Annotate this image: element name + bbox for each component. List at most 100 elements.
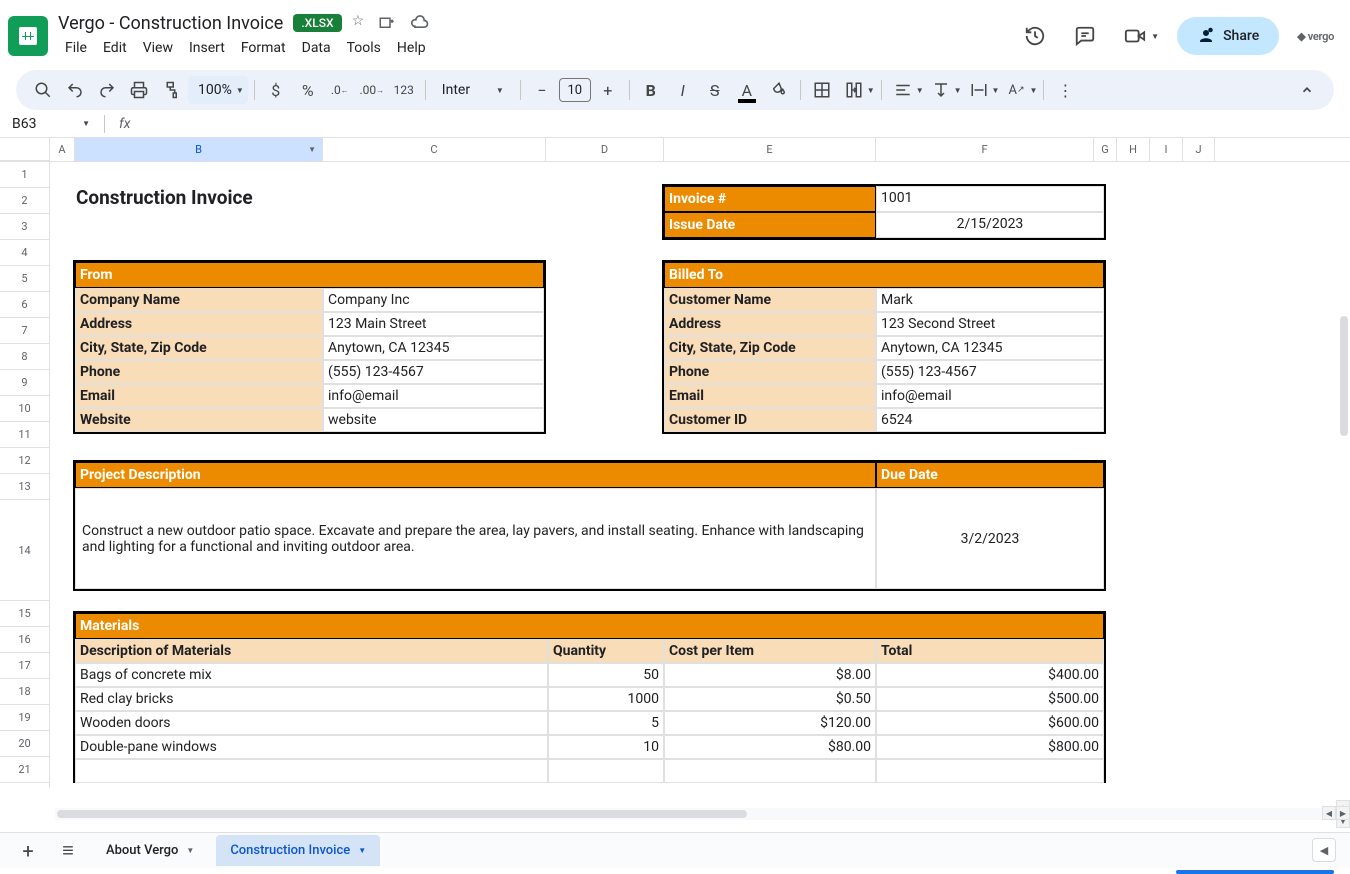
undo-icon[interactable] bbox=[60, 75, 90, 105]
row-header-14[interactable]: 14 bbox=[0, 500, 50, 601]
row-header-8[interactable]: 8 bbox=[0, 344, 50, 370]
row-header-12[interactable]: 12 bbox=[0, 448, 50, 474]
mat-col-desc: Description of Materials bbox=[75, 639, 548, 663]
strike-icon[interactable]: S bbox=[700, 75, 730, 105]
move-icon[interactable] bbox=[378, 13, 396, 33]
menu-insert[interactable]: Insert bbox=[182, 36, 232, 60]
col-header-J[interactable]: J bbox=[1183, 138, 1215, 161]
scroll-left-icon[interactable]: ◀ bbox=[1322, 806, 1336, 820]
tab-about-vergo[interactable]: About Vergo▼ bbox=[92, 835, 208, 866]
mat-desc: Wooden doors bbox=[75, 711, 548, 735]
row-header-10[interactable]: 10 bbox=[0, 396, 50, 422]
vertical-scrollbar[interactable] bbox=[1340, 316, 1348, 788]
billed-value: info@email bbox=[876, 384, 1104, 408]
col-header-G[interactable]: G bbox=[1094, 138, 1117, 161]
add-sheet-icon[interactable]: + bbox=[12, 835, 44, 867]
all-sheets-icon[interactable]: ≡ bbox=[52, 835, 84, 867]
document-title[interactable]: Vergo - Construction Invoice bbox=[58, 13, 283, 34]
menu-tools[interactable]: Tools bbox=[340, 36, 388, 60]
history-icon[interactable] bbox=[1019, 20, 1051, 52]
col-header-H[interactable]: H bbox=[1117, 138, 1150, 161]
valign-icon[interactable] bbox=[926, 75, 956, 105]
wrap-caret[interactable]: ▼ bbox=[992, 86, 1000, 95]
align-icon[interactable] bbox=[888, 75, 918, 105]
redo-icon[interactable] bbox=[92, 75, 122, 105]
decrease-font-icon[interactable]: − bbox=[527, 75, 557, 105]
row-header-13[interactable]: 13 bbox=[0, 474, 50, 500]
search-icon[interactable] bbox=[28, 75, 58, 105]
collapse-toolbar-icon[interactable] bbox=[1292, 75, 1322, 105]
comment-icon[interactable] bbox=[1069, 20, 1101, 52]
col-header-D[interactable]: D bbox=[546, 138, 664, 161]
valign-caret[interactable]: ▼ bbox=[954, 86, 962, 95]
meet-icon[interactable] bbox=[1119, 20, 1151, 52]
percent-icon[interactable]: % bbox=[293, 75, 323, 105]
cloud-status-icon[interactable] bbox=[410, 13, 430, 33]
paint-format-icon[interactable] bbox=[156, 75, 186, 105]
borders-icon[interactable] bbox=[807, 75, 837, 105]
currency-icon[interactable]: $ bbox=[261, 75, 291, 105]
row-header-5[interactable]: 5 bbox=[0, 266, 50, 292]
menu-format[interactable]: Format bbox=[234, 36, 293, 60]
col-header-A[interactable]: A bbox=[50, 138, 75, 161]
row-header-7[interactable]: 7 bbox=[0, 318, 50, 344]
vergo-logo[interactable]: ◆ vergo bbox=[1297, 30, 1334, 43]
scroll-right-icon[interactable]: ▶ bbox=[1336, 806, 1350, 820]
italic-icon[interactable]: I bbox=[668, 75, 698, 105]
row-header-17[interactable]: 17 bbox=[0, 653, 50, 679]
menu-data[interactable]: Data bbox=[295, 36, 338, 60]
merge-dropdown-caret[interactable]: ▼ bbox=[867, 86, 875, 95]
cells-canvas[interactable]: Construction Invoice Invoice # 1001 Issu… bbox=[50, 162, 1350, 788]
tab-construction-invoice[interactable]: Construction Invoice▼ bbox=[216, 835, 380, 866]
menu-edit[interactable]: Edit bbox=[96, 36, 134, 60]
horizontal-scrollbar[interactable] bbox=[55, 808, 1322, 820]
row-header-2[interactable]: 2 bbox=[0, 188, 50, 214]
row-header-11[interactable]: 11 bbox=[0, 422, 50, 448]
row-header-1[interactable]: 1 bbox=[0, 162, 50, 188]
font-size-input[interactable]: 10 bbox=[559, 78, 591, 102]
row-header-20[interactable]: 20 bbox=[0, 731, 50, 757]
explore-icon[interactable]: ◀ bbox=[1312, 838, 1336, 862]
merge-cells-icon[interactable] bbox=[839, 75, 869, 105]
sheets-logo[interactable] bbox=[8, 16, 48, 56]
row-header-22[interactable]: 22 bbox=[0, 783, 50, 788]
row-header-21[interactable]: 21 bbox=[0, 757, 50, 783]
col-header-E[interactable]: E bbox=[664, 138, 876, 161]
zoom-dropdown[interactable]: 100%▼ bbox=[188, 76, 248, 104]
rotate-icon[interactable]: A↗ bbox=[1001, 75, 1031, 105]
text-color-icon[interactable]: A bbox=[732, 75, 762, 105]
increase-decimal-icon[interactable]: .00→ bbox=[357, 75, 387, 105]
more-icon[interactable]: ⋮ bbox=[1050, 75, 1080, 105]
meet-dropdown-caret[interactable]: ▼ bbox=[1151, 32, 1159, 41]
bold-icon[interactable]: B bbox=[636, 75, 666, 105]
star-icon[interactable]: ☆ bbox=[352, 13, 365, 33]
row-header-3[interactable]: 3 bbox=[0, 214, 50, 240]
wrap-icon[interactable] bbox=[964, 75, 994, 105]
col-header-C[interactable]: C bbox=[323, 138, 546, 161]
share-button[interactable]: Share bbox=[1177, 17, 1279, 55]
menu-file[interactable]: File bbox=[58, 36, 94, 60]
increase-font-icon[interactable]: + bbox=[593, 75, 623, 105]
print-icon[interactable] bbox=[124, 75, 154, 105]
row-header-9[interactable]: 9 bbox=[0, 370, 50, 396]
menu-bar: FileEditViewInsertFormatDataToolsHelp bbox=[58, 36, 1019, 60]
col-header-I[interactable]: I bbox=[1150, 138, 1183, 161]
row-header-18[interactable]: 18 bbox=[0, 679, 50, 705]
decrease-decimal-icon[interactable]: .0← bbox=[325, 75, 355, 105]
row-header-15[interactable]: 15 bbox=[0, 601, 50, 627]
fill-color-icon[interactable] bbox=[764, 75, 794, 105]
row-header-6[interactable]: 6 bbox=[0, 292, 50, 318]
name-box[interactable]: B63▼ bbox=[4, 116, 98, 132]
col-header-F[interactable]: F bbox=[876, 138, 1094, 161]
menu-view[interactable]: View bbox=[136, 36, 180, 60]
align-caret[interactable]: ▼ bbox=[916, 86, 924, 95]
select-all-corner[interactable] bbox=[0, 138, 50, 161]
col-header-B[interactable]: B bbox=[75, 138, 323, 161]
row-header-4[interactable]: 4 bbox=[0, 240, 50, 266]
font-family-dropdown[interactable]: Inter▼ bbox=[432, 76, 514, 104]
menu-help[interactable]: Help bbox=[390, 36, 433, 60]
row-header-16[interactable]: 16 bbox=[0, 627, 50, 653]
rotate-caret[interactable]: ▼ bbox=[1029, 86, 1037, 95]
row-header-19[interactable]: 19 bbox=[0, 705, 50, 731]
more-formats-icon[interactable]: 123 bbox=[389, 75, 419, 105]
